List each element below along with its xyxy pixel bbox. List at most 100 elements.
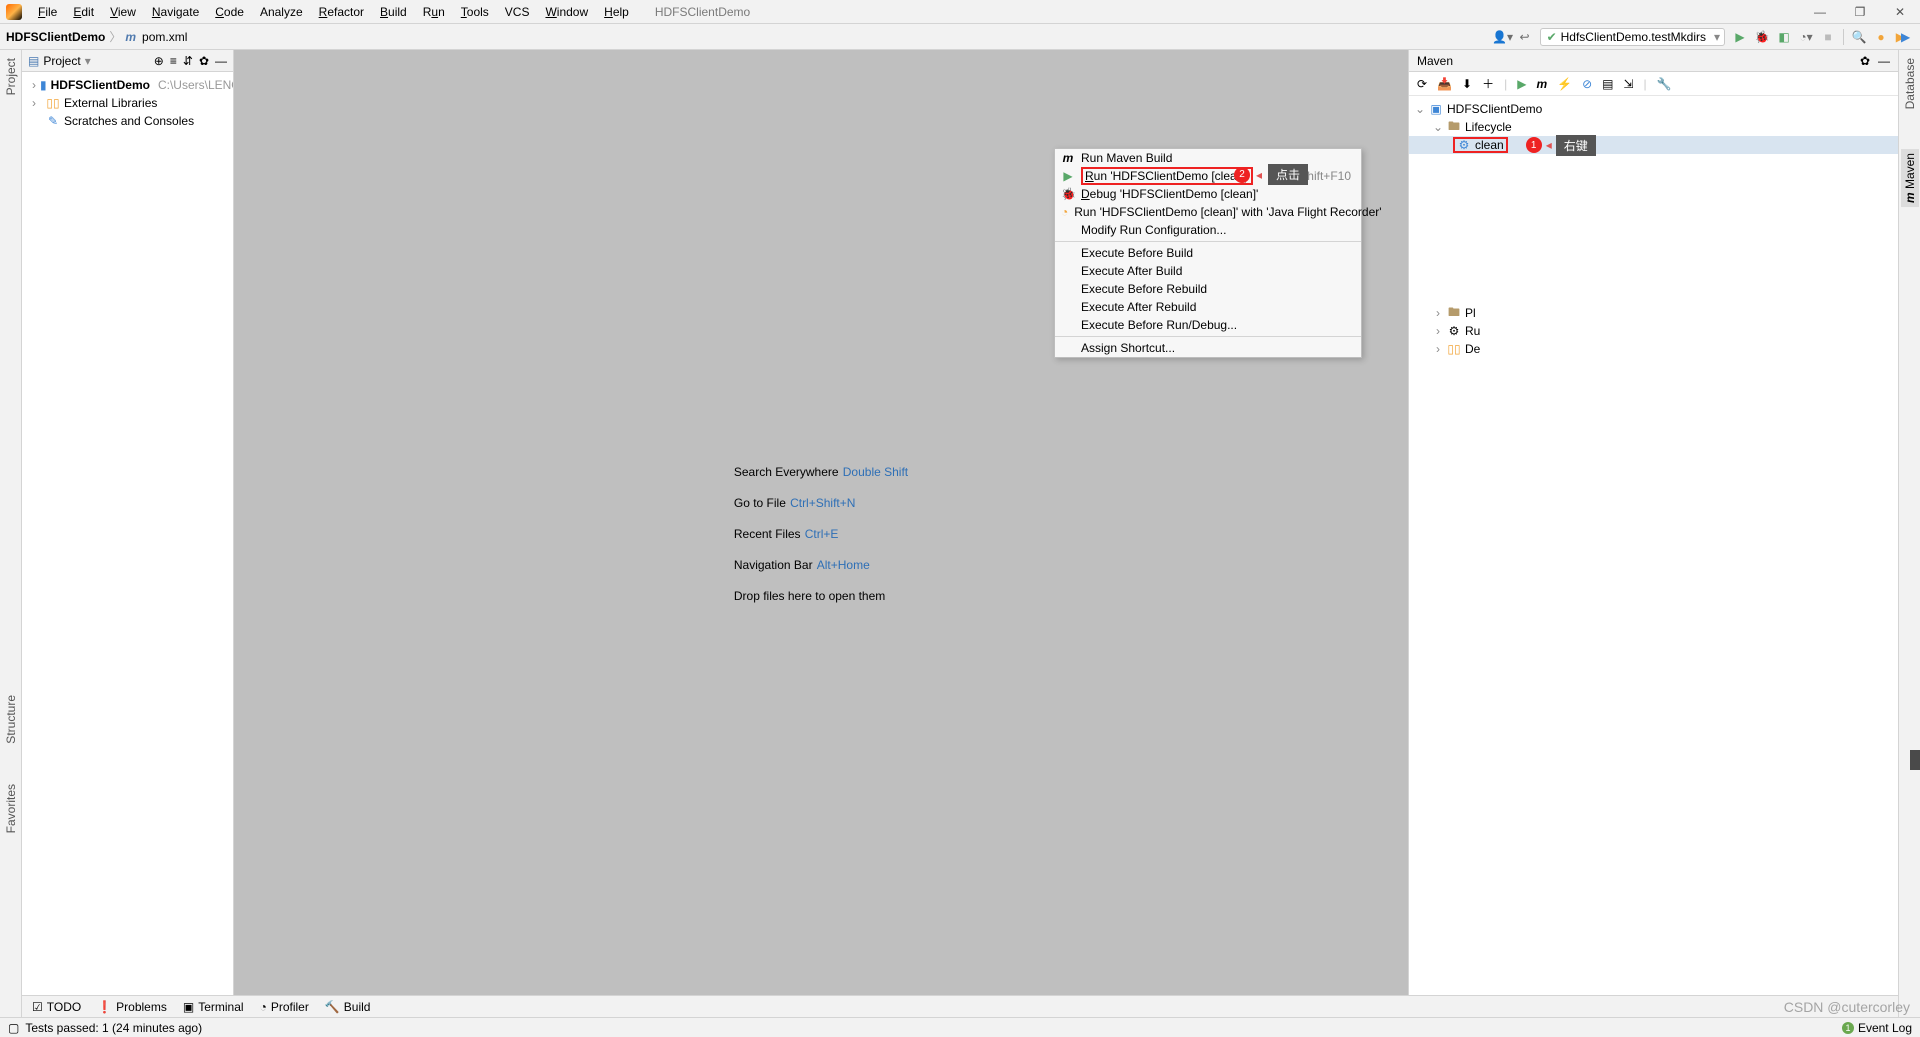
hide-icon[interactable]: — [1878,54,1890,68]
menu-build[interactable]: Build [372,3,415,21]
toggle-skip-tests-icon[interactable]: ⚡ [1557,77,1572,91]
breadcrumb-root[interactable]: HDFSClientDemo [6,30,105,44]
ctx-run-clean[interactable]: ▶ Run 'HDFSClientDemo [clean]' Ctrl+Shif… [1055,167,1361,185]
menu-window[interactable]: Window [537,3,596,21]
hide-icon[interactable]: — [215,54,227,68]
coverage-icon[interactable]: ◧ [1773,26,1795,48]
event-log-label: Event Log [1858,1021,1912,1035]
chevron-down-icon[interactable]: ⌄ [1415,102,1425,116]
status-bar: ▢ Tests passed: 1 (24 minutes ago) 1 Eve… [0,1017,1920,1037]
expand-all-icon[interactable]: ≡ [170,54,177,68]
tool-tab-label: Problems [116,1000,167,1014]
stop-icon[interactable]: ■ [1817,26,1839,48]
ctx-assign-shortcut[interactable]: Assign Shortcut... [1055,339,1361,357]
collapse-all-icon[interactable]: ⇵ [183,54,193,68]
menu-vcs[interactable]: VCS [497,3,538,21]
run-config-selector[interactable]: ✔ HdfsClientDemo.testMkdirs ▾ [1540,28,1725,46]
chevron-right-icon[interactable]: › [32,96,42,110]
tree-item-project-root[interactable]: › ▮ HDFSClientDemo C:\Users\LENOVO [22,76,233,94]
chevron-down-icon[interactable]: ▾ [85,54,91,68]
menu-refactor[interactable]: Refactor [311,3,372,21]
maven-tree-root[interactable]: ⌄ ▣ HDFSClientDemo [1409,100,1898,118]
wrench-icon[interactable]: 🔧 [1657,77,1672,91]
tree-item-scratches[interactable]: ✎ Scratches and Consoles [22,112,233,130]
ctx-exec-before-rebuild[interactable]: Execute Before Rebuild [1055,280,1361,298]
terminal-tool-tab[interactable]: ▣Terminal [183,1000,244,1014]
ctx-exec-before-build[interactable]: Execute Before Build [1055,244,1361,262]
profile-icon[interactable]: ◔▾ [1795,26,1817,48]
run-icon[interactable]: ▶ [1517,77,1526,91]
maven-goal-clean[interactable]: ⚙ clean 1 ◂ 右键 [1409,136,1898,154]
breadcrumb: HDFSClientDemo 〉 m pom.xml [6,28,187,45]
chevron-right-icon[interactable]: › [32,78,36,92]
status-window-icon[interactable]: ▢ [8,1021,19,1035]
chevron-right-icon[interactable]: › [1433,306,1443,320]
todo-tool-tab[interactable]: ☑TODO [32,1000,81,1014]
close-icon[interactable]: ✕ [1880,0,1920,24]
ctx-exec-after-rebuild[interactable]: Execute After Rebuild [1055,298,1361,316]
tree-item-external-libraries[interactable]: › ▯▯ External Libraries [22,94,233,112]
select-open-file-icon[interactable]: ⊕ [154,54,164,68]
download-sources-icon[interactable]: ⬇ [1462,77,1472,91]
menu-tools[interactable]: Tools [453,3,497,21]
menu-code[interactable]: Code [207,3,252,21]
reload-icon[interactable]: ⟳ [1417,77,1427,91]
tool-tab-label: Profiler [271,1000,309,1014]
debug-icon: 🐞 [1061,187,1075,201]
run-icon[interactable]: ▶ [1729,26,1751,48]
menu-navigate[interactable]: Navigate [144,3,207,21]
settings-icon[interactable]: ✿ [199,54,209,68]
collapse-icon[interactable]: ⇲ [1623,77,1633,91]
search-icon[interactable]: 🔍 [1848,26,1870,48]
maven-tree-plugins[interactable]: › 🖿 Pl [1409,304,1898,322]
menu-analyze[interactable]: Analyze [252,3,311,21]
ide-update-icon[interactable]: ● [1870,26,1892,48]
ctx-run-jfr[interactable]: ◔ Run 'HDFSClientDemo [clean]' with 'Jav… [1055,203,1361,221]
menu-edit[interactable]: Edit [65,3,102,21]
actions-icon[interactable]: ▶▶ [1892,26,1914,48]
todo-icon: ☑ [32,1000,43,1014]
maven-tree-lifecycle[interactable]: ⌄ 🖿 Lifecycle [1409,118,1898,136]
profiler-tool-tab[interactable]: ◔Profiler [260,1000,309,1014]
maven-tree-deps[interactable]: › ▯▯ De [1409,340,1898,358]
minimize-icon[interactable]: — [1800,0,1840,24]
maven-tree[interactable]: ⌄ ▣ HDFSClientDemo ⌄ 🖿 Lifecycle ⚙ clean… [1409,96,1898,362]
back-icon[interactable]: ↩ [1514,26,1536,48]
breadcrumb-file[interactable]: pom.xml [142,30,187,44]
maven-m-icon[interactable]: m [1536,77,1547,91]
debug-icon[interactable]: 🐞 [1751,26,1773,48]
favorites-tool-tab[interactable]: Favorites [4,784,18,833]
problems-tool-tab[interactable]: ❗Problems [97,1000,167,1014]
menu-view[interactable]: View [102,3,144,21]
structure-tool-tab[interactable]: Structure [4,695,18,744]
settings-icon[interactable]: ✿ [1860,54,1870,68]
maximize-icon[interactable]: ❐ [1840,0,1880,24]
menu-help[interactable]: Help [596,3,637,21]
menu-file[interactable]: File [30,3,65,21]
ctx-item-label: Execute Before Run/Debug... [1081,318,1351,332]
project-tree[interactable]: › ▮ HDFSClientDemo C:\Users\LENOVO › ▯▯ … [22,72,233,134]
ctx-run-maven-build[interactable]: m Run Maven Build [1055,149,1361,167]
generate-sources-icon[interactable]: 📥 [1437,77,1452,91]
ctx-exec-before-run[interactable]: Execute Before Run/Debug... [1055,316,1361,334]
maven-tree-runconfigs[interactable]: › ⚙ Ru [1409,322,1898,340]
ctx-modify-run-config[interactable]: Modify Run Configuration... [1055,221,1361,239]
build-tool-tab[interactable]: 🔨Build [325,1000,371,1014]
chevron-right-icon[interactable]: › [1433,324,1443,338]
ctx-exec-after-build[interactable]: Execute After Build [1055,262,1361,280]
user-icon[interactable]: 👤▾ [1492,26,1514,48]
show-deps-icon[interactable]: ▤ [1602,77,1613,91]
chevron-down-icon[interactable]: ⌄ [1433,120,1443,134]
chevron-right-icon[interactable]: › [1433,342,1443,356]
project-tool-tab[interactable]: Project [4,58,18,95]
ctx-item-label: Debug 'HDFSClientDemo [clean]' [1081,187,1351,201]
event-log-button[interactable]: 1 Event Log [1842,1021,1912,1035]
menu-run[interactable]: Run [415,3,453,21]
ctx-debug-clean[interactable]: 🐞 Debug 'HDFSClientDemo [clean]' [1055,185,1361,203]
module-folder-icon: ▮ [40,78,47,92]
add-icon[interactable]: ＋ [1482,75,1494,92]
offline-icon[interactable]: ⊘ [1582,77,1592,91]
database-tool-tab[interactable]: Database [1903,58,1917,109]
project-header-label[interactable]: Project [43,54,80,68]
maven-tool-tab[interactable]: m Maven [1901,149,1919,207]
